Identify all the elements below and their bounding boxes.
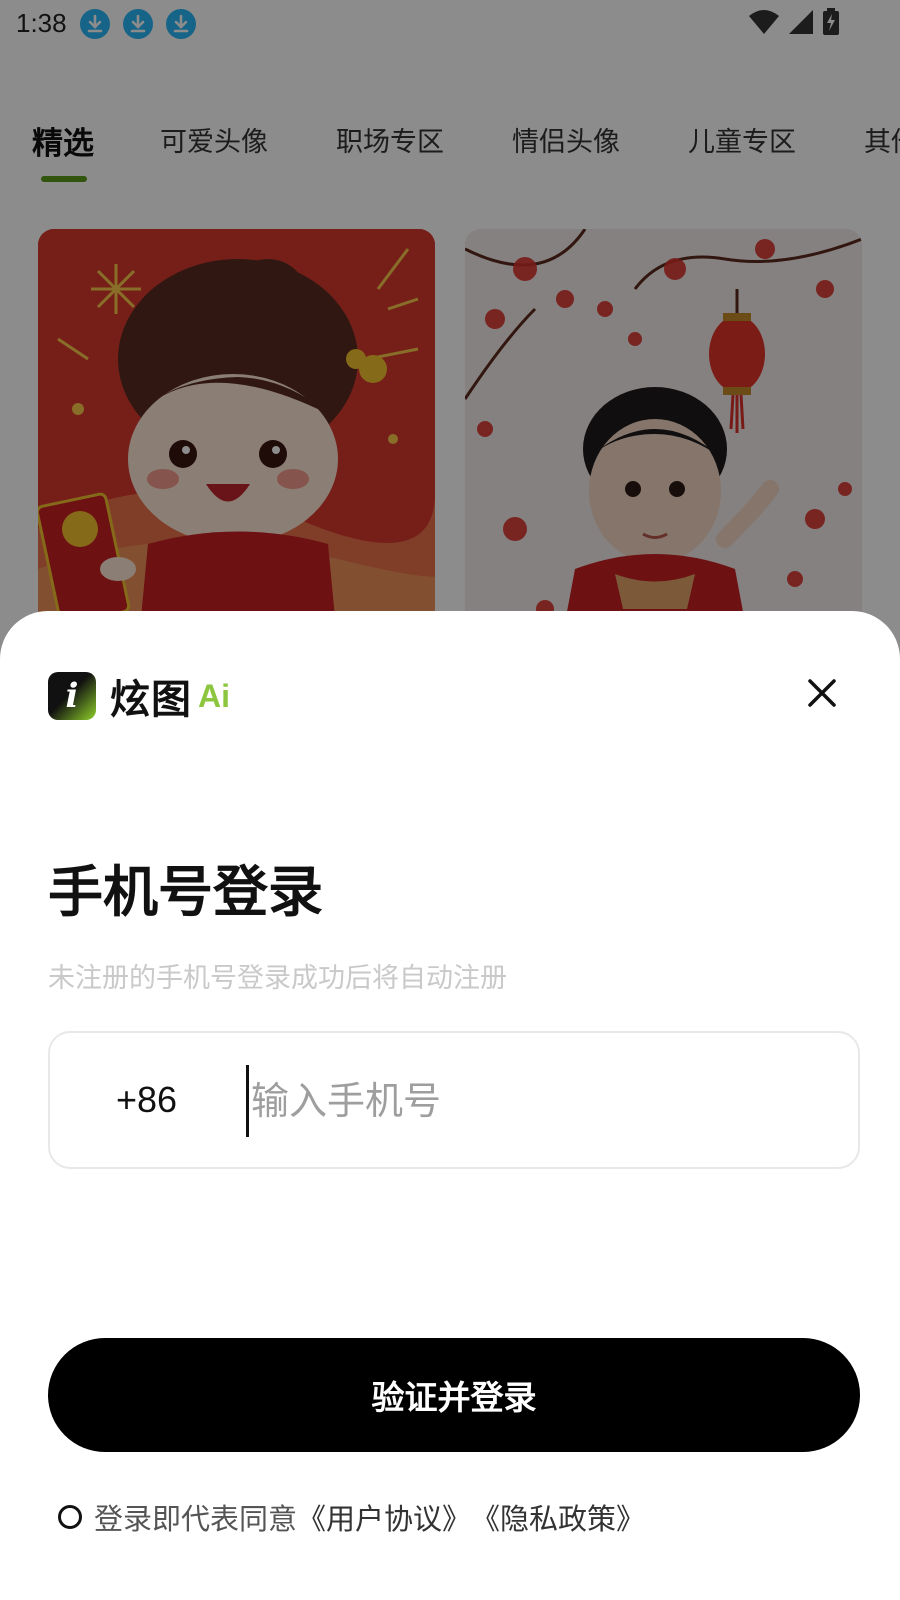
screen: 1:38 精选 可爱头像 职场专区 情侣头像 儿童专区 其他 bbox=[0, 0, 900, 1600]
verify-login-button[interactable]: 验证并登录 bbox=[48, 1338, 860, 1452]
app-logo-ai: Ai bbox=[198, 677, 230, 714]
close-button[interactable] bbox=[802, 673, 842, 713]
user-agreement-link[interactable]: 《用户协议》 bbox=[297, 1496, 471, 1538]
country-code[interactable]: +86 bbox=[116, 1079, 177, 1121]
app-logo-icon: i bbox=[48, 672, 96, 720]
app-logo: i 炫图 Ai bbox=[48, 667, 230, 725]
app-logo-name: 炫图 bbox=[110, 677, 192, 723]
agreement-text: 登录即代表同意 bbox=[94, 1502, 298, 1536]
login-sheet: i 炫图 Ai 手机号登录 未注册的手机号登录成功后将自动注册 +86 验证并登… bbox=[0, 611, 900, 1600]
close-icon bbox=[808, 679, 836, 707]
agreement-row: 登录即代表同意 《用户协议》 《隐私政策》 bbox=[58, 1496, 645, 1538]
login-subtitle: 未注册的手机号登录成功后将自动注册 bbox=[48, 963, 507, 994]
privacy-policy-link[interactable]: 《隐私政策》 bbox=[471, 1496, 645, 1538]
agreement-checkbox[interactable] bbox=[58, 1505, 82, 1529]
login-title: 手机号登录 bbox=[48, 860, 324, 924]
phone-field: +86 bbox=[48, 1031, 860, 1169]
phone-input[interactable] bbox=[246, 1065, 813, 1137]
